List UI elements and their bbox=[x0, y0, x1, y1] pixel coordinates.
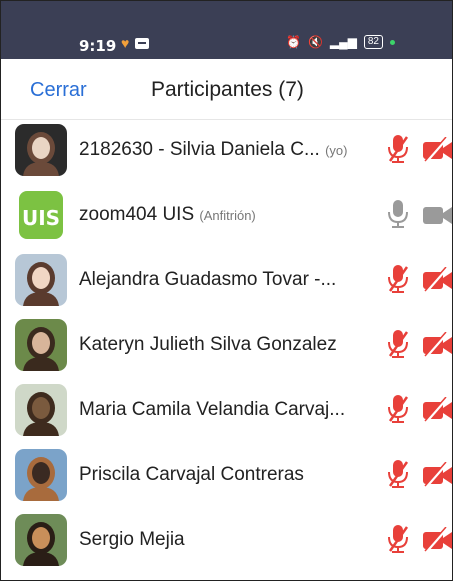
participant-name-text: Maria Camila Velandia Carvaj... bbox=[79, 399, 346, 420]
avatar bbox=[15, 449, 67, 501]
alarm-icon: ⏰ bbox=[286, 35, 301, 49]
video-off-icon[interactable] bbox=[421, 266, 452, 293]
header: Cerrar Participantes (7) bbox=[1, 59, 452, 120]
mic-muted-icon[interactable] bbox=[387, 394, 409, 424]
avatar bbox=[15, 124, 67, 176]
participant-name: Alejandra Guadasmo Tovar -... bbox=[79, 269, 336, 291]
battery-indicator: 82 bbox=[363, 35, 383, 49]
mic-muted-icon[interactable] bbox=[387, 329, 409, 359]
participant-name: Sergio Mejia bbox=[79, 529, 185, 551]
mic-muted-icon[interactable] bbox=[387, 459, 409, 489]
avatar: UIS bbox=[15, 189, 67, 241]
page-title: Participantes (7) bbox=[151, 78, 304, 101]
app-frame: 9:19 ♥ ⏰ 🔇 ▂▄▆ 82 Cerrar Participantes (… bbox=[0, 0, 453, 581]
participant-name-text: zoom404 UIS bbox=[79, 204, 195, 225]
video-off-icon[interactable] bbox=[421, 331, 452, 358]
participant-role-tag: (Anfitrión) bbox=[199, 208, 256, 223]
mic-muted-icon[interactable] bbox=[387, 134, 409, 164]
mic-icon[interactable] bbox=[387, 199, 409, 229]
status-bar: 9:19 ♥ ⏰ 🔇 ▂▄▆ 82 bbox=[1, 1, 452, 59]
mic-muted-icon[interactable] bbox=[387, 524, 409, 554]
participant-name-text: Sergio Mejia bbox=[79, 529, 185, 550]
participant-name: Priscila Carvajal Contreras bbox=[79, 464, 304, 486]
video-off-icon[interactable] bbox=[421, 136, 452, 163]
participant-name: 2182630 - Silvia Daniela C... (yo) bbox=[79, 139, 347, 161]
mute-icon: 🔇 bbox=[307, 35, 323, 49]
close-button[interactable]: Cerrar bbox=[30, 79, 87, 102]
participant-row[interactable]: Sergio Mejia bbox=[1, 509, 452, 574]
participant-row[interactable]: Alejandra Guadasmo Tovar -... bbox=[1, 249, 452, 314]
participant-role-tag: (yo) bbox=[325, 143, 348, 158]
avatar bbox=[15, 319, 67, 371]
participant-row[interactable]: 2182630 - Silvia Daniela C... (yo) bbox=[1, 119, 452, 184]
svg-text:UIS: UIS bbox=[22, 206, 60, 230]
mic-muted-icon[interactable] bbox=[387, 264, 409, 294]
participant-name-text: Priscila Carvajal Contreras bbox=[79, 464, 304, 485]
status-time: 9:19 bbox=[79, 37, 117, 55]
avatar bbox=[15, 254, 67, 306]
signal-icon: ▂▄▆ bbox=[329, 35, 357, 49]
participant-row[interactable]: Priscila Carvajal Contreras bbox=[1, 444, 452, 509]
message-icon bbox=[135, 37, 150, 49]
heart-icon: ♥ bbox=[121, 35, 130, 51]
participant-row[interactable]: Kateryn Julieth Silva Gonzalez bbox=[1, 314, 452, 379]
participant-name: zoom404 UIS (Anfitrión) bbox=[79, 204, 256, 226]
participant-row[interactable]: UIS zoom404 UIS (Anfitrión) bbox=[1, 184, 452, 249]
video-off-icon[interactable] bbox=[421, 396, 452, 423]
status-left-icons: ♥ bbox=[121, 35, 150, 51]
status-right-icons: ⏰ 🔇 ▂▄▆ 82 bbox=[286, 35, 395, 49]
video-icon[interactable] bbox=[421, 202, 452, 228]
participant-name-text: 2182630 - Silvia Daniela C... bbox=[79, 139, 320, 160]
participant-name-text: Kateryn Julieth Silva Gonzalez bbox=[79, 334, 337, 355]
participant-list: 2182630 - Silvia Daniela C... (yo) UIS z… bbox=[1, 119, 452, 574]
participant-name: Maria Camila Velandia Carvaj... bbox=[79, 399, 345, 421]
avatar bbox=[15, 384, 67, 436]
notification-dot bbox=[390, 39, 395, 45]
video-off-icon[interactable] bbox=[421, 461, 452, 488]
participant-name: Kateryn Julieth Silva Gonzalez bbox=[79, 334, 337, 356]
participant-name-text: Alejandra Guadasmo Tovar -... bbox=[79, 269, 337, 290]
avatar bbox=[15, 514, 67, 566]
participant-row[interactable]: Maria Camila Velandia Carvaj... bbox=[1, 379, 452, 444]
video-off-icon[interactable] bbox=[421, 526, 452, 553]
